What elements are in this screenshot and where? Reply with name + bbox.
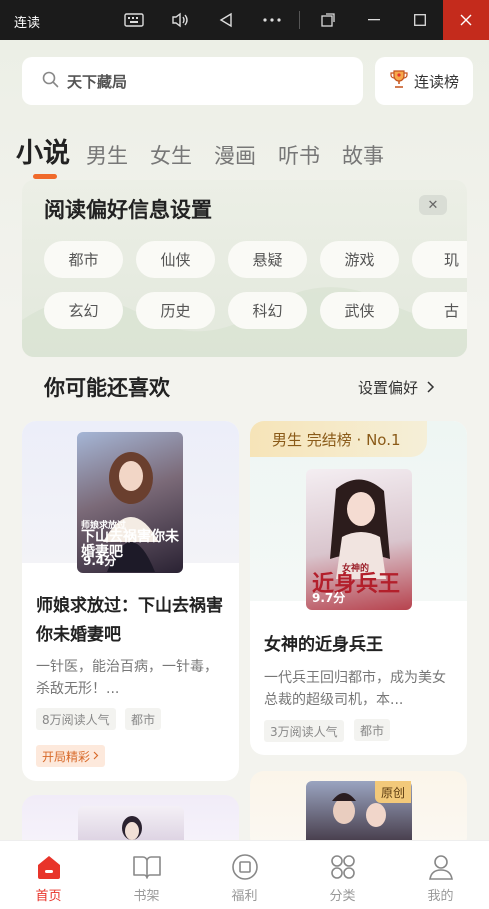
tab-audiobooks[interactable]: 听书	[278, 140, 320, 170]
keyboard-icon[interactable]	[112, 0, 156, 40]
nav-home[interactable]: 首页	[0, 841, 97, 909]
tab-novel[interactable]: 小说	[16, 131, 70, 179]
set-preferences-label: 设置偏好	[358, 379, 419, 397]
nav-profile-label: 我的	[427, 889, 454, 904]
minimize-icon[interactable]	[352, 0, 396, 40]
bookshelf-icon	[132, 852, 162, 882]
set-preferences-link[interactable]: 设置偏好	[358, 377, 435, 398]
window-title: 连读	[14, 16, 41, 31]
screenshot-icon[interactable]	[306, 0, 350, 40]
nav-welfare-label: 福利	[231, 889, 258, 904]
genre-chip[interactable]: 悬疑	[228, 241, 307, 278]
book-rating: 9.7分	[312, 591, 346, 605]
rank-ribbon: 男生 完结榜 · No.1	[250, 421, 427, 457]
close-icon[interactable]: ✕	[419, 195, 447, 215]
genre-chip[interactable]: 科幻	[228, 292, 307, 329]
nav-profile[interactable]: 我的	[392, 841, 489, 909]
book-card[interactable]: 男生 完结榜 · No.1 女神的 近身兵王 9.7分 女神的近身兵王 一代兵王…	[250, 421, 467, 755]
search-icon	[42, 71, 59, 92]
book-rating: 9.4分	[83, 554, 117, 568]
nav-welfare[interactable]: 福利	[196, 841, 293, 909]
close-window-icon[interactable]	[443, 0, 489, 40]
volume-icon[interactable]	[158, 0, 202, 40]
highlight-label: 开局精彩	[42, 749, 91, 764]
search-input[interactable]: 天下藏局	[22, 57, 363, 105]
titlebar-separator	[299, 11, 300, 29]
preference-title: 阅读偏好信息设置	[44, 198, 212, 222]
bottom-navigation: 首页 书架 福利 分类 我的	[0, 840, 489, 909]
genre-chip[interactable]: 武侠	[320, 292, 399, 329]
genre-tag: 都市	[354, 719, 391, 741]
nav-bookshelf[interactable]: 书架	[98, 841, 195, 909]
window-titlebar: 连读	[0, 0, 489, 40]
reading-preference-card: 阅读偏好信息设置 ✕ 都市 仙侠 悬疑 游戏 玑 玄幻 历史 科幻 武侠 古	[22, 180, 467, 357]
genre-chip[interactable]: 古	[412, 292, 467, 329]
profile-icon	[427, 852, 455, 882]
genre-chip[interactable]: 都市	[44, 241, 123, 278]
tab-male[interactable]: 男生	[86, 140, 128, 170]
trophy-icon	[389, 69, 409, 93]
book-card[interactable]	[250, 771, 467, 851]
book-description: 一代兵王回归都市，成为美女总裁的超级司机，本...	[264, 670, 446, 708]
welfare-icon	[231, 852, 259, 882]
popularity-tag: 8万阅读人气	[36, 708, 116, 730]
genre-chip[interactable]: 仙侠	[136, 241, 215, 278]
rank-list-label: 连读榜	[413, 72, 459, 91]
book-title: 师娘求放过：下山去祸害你未婚妻吧	[36, 596, 223, 645]
genre-chip[interactable]: 历史	[136, 292, 215, 329]
nav-bookshelf-label: 书架	[133, 889, 160, 904]
book-cover: 女神的 近身兵王 9.7分	[306, 469, 412, 610]
rank-list-button[interactable]: 连读榜	[375, 57, 473, 105]
genre-chip[interactable]: 游戏	[320, 241, 399, 278]
category-tabs: 小说 男生 女生 漫画 听书 故事	[16, 122, 406, 179]
book-title: 女神的近身兵王	[264, 635, 383, 655]
original-badge: 原创	[375, 781, 411, 803]
genre-tag: 都市	[125, 708, 162, 730]
nav-category-label: 分类	[329, 889, 356, 904]
book-description: 一针医，能治百病，一针毒，杀敌无形！...	[36, 659, 218, 697]
highlight-tag[interactable]: 开局精彩	[36, 745, 106, 767]
nav-category[interactable]: 分类	[294, 841, 391, 909]
back-icon[interactable]	[204, 0, 248, 40]
chevron-right-icon	[427, 379, 435, 397]
more-icon[interactable]	[250, 0, 294, 40]
genre-chip[interactable]: 玄幻	[44, 292, 123, 329]
maximize-icon[interactable]	[398, 0, 442, 40]
section-title: 你可能还喜欢	[44, 376, 170, 400]
search-placeholder: 天下藏局	[67, 72, 128, 91]
tab-stories[interactable]: 故事	[342, 140, 384, 170]
chevron-right-icon	[93, 749, 99, 763]
genre-chip[interactable]: 玑	[412, 241, 467, 278]
nav-home-label: 首页	[35, 889, 62, 904]
popularity-tag: 3万阅读人气	[264, 720, 344, 742]
tab-female[interactable]: 女生	[150, 140, 192, 170]
tab-comics[interactable]: 漫画	[214, 140, 256, 170]
category-icon	[329, 852, 357, 882]
book-card[interactable]: 师娘求放过 下山去祸害你未婚妻吧 9.4分 师娘求放过：下山去祸害你未婚妻吧 一…	[22, 421, 239, 781]
home-icon	[35, 852, 63, 882]
book-cover: 师娘求放过 下山去祸害你未婚妻吧 9.4分	[77, 432, 183, 573]
